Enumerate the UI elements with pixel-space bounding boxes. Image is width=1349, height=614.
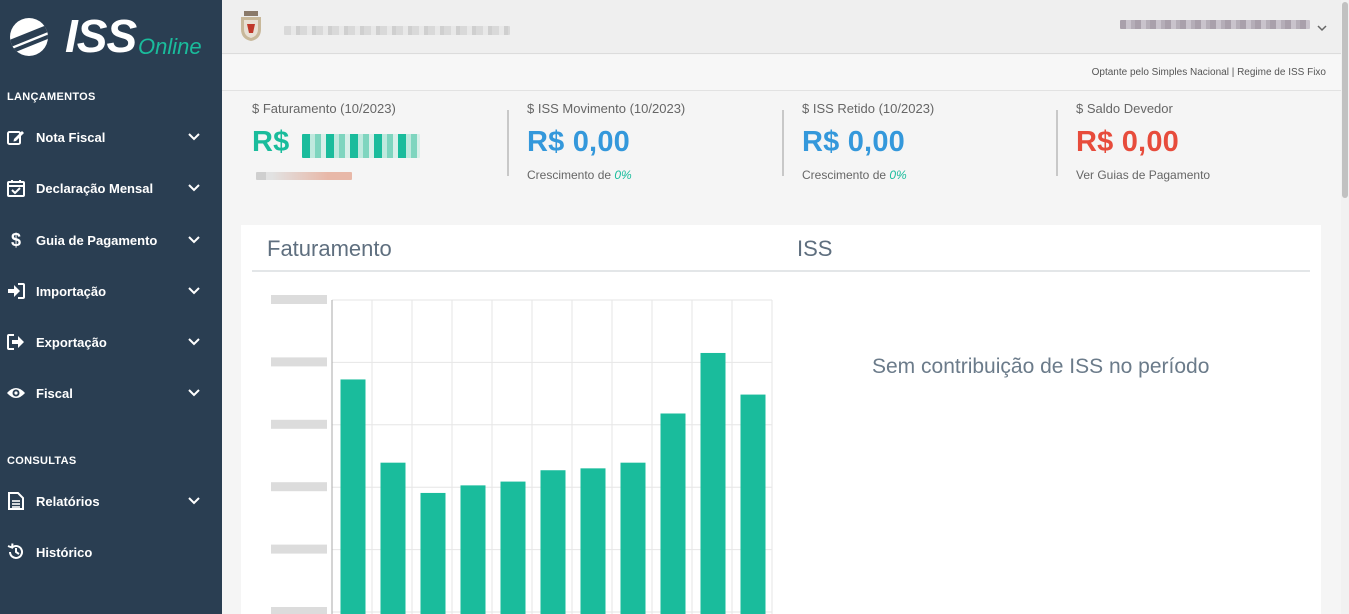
globe-logo-icon	[10, 18, 48, 56]
stat-label: $ ISS Retido (10/2023)	[802, 101, 935, 116]
faturamento-chart-title: Faturamento	[267, 236, 392, 261]
blurred-y-tick-label	[271, 544, 327, 554]
stat-saldo-devedor: $ Saldo Devedor R$ 0,00 Ver Guias de Pag…	[1076, 101, 1336, 191]
stat-label: $ ISS Movimento (10/2023)	[527, 101, 686, 116]
sidebar-item-importacao[interactable]: Importação	[0, 271, 222, 311]
stat-divider	[1056, 110, 1058, 176]
chart-bar[interactable]	[700, 352, 726, 614]
iss-empty-message: Sem contribuição de ISS no período	[872, 355, 1210, 378]
logo-online-text: Online	[138, 34, 202, 59]
subheader: Optante pelo Simples Nacional | Regime d…	[222, 55, 1341, 91]
regime-text: Optante pelo Simples Nacional | Regime d…	[1091, 67, 1326, 78]
chart-bar[interactable]	[540, 470, 566, 614]
chevron-down-icon	[188, 336, 200, 348]
growth-prefix: Crescimento de	[802, 168, 890, 182]
blurred-y-tick-label	[271, 419, 327, 429]
sidebar-item-exportacao[interactable]: Exportação	[0, 322, 222, 362]
chevron-down-icon	[188, 234, 200, 246]
growth-percent: 0%	[889, 168, 907, 182]
sidebar-item-label: Histórico	[36, 544, 93, 560]
dashboard-panel: Faturamento ISS Sem contribuição de ISS …	[241, 225, 1321, 614]
history-icon	[6, 542, 26, 562]
stat-value: R$ 0,00	[527, 126, 630, 158]
user-menu-chevron-down-icon[interactable]	[1317, 19, 1329, 32]
chevron-down-icon	[188, 131, 200, 143]
scrollbar-thumb[interactable]	[1342, 2, 1348, 198]
section-title-lancamentos: LANÇAMENTOS	[7, 91, 96, 103]
sidebar-item-label: Importação	[36, 283, 107, 299]
chart-bar[interactable]	[380, 462, 406, 614]
panel-divider	[252, 270, 1310, 272]
stat-faturamento: $ Faturamento (10/2023) R$	[252, 101, 512, 191]
chevron-down-icon	[188, 285, 200, 297]
edit-icon	[6, 127, 26, 147]
blurred-y-tick-label	[271, 295, 327, 304]
stat-growth: Crescimento de 0%	[802, 168, 907, 182]
iss-online-logo[interactable]: ISS Online	[10, 12, 215, 62]
stat-iss-movimento: $ ISS Movimento (10/2023) R$ 0,00 Cresci…	[527, 101, 787, 191]
ver-guias-link[interactable]: Ver Guias de Pagamento	[1076, 168, 1210, 182]
blurred-municipality-name	[284, 26, 510, 35]
section-title-consultas: CONSULTAS	[7, 455, 77, 467]
stat-iss-retido: $ ISS Retido (10/2023) R$ 0,00 Crescimen…	[802, 101, 1062, 191]
stat-growth: Crescimento de 0%	[527, 168, 632, 182]
sidebar-item-guia-de-pagamento[interactable]: $ Guia de Pagamento	[0, 220, 222, 260]
calendar-check-icon	[6, 178, 26, 198]
sidebar-item-label: Fiscal	[36, 385, 73, 401]
blurred-faturamento-amount	[302, 134, 420, 158]
sidebar-item-label: Relatórios	[36, 493, 100, 509]
sidebar-item-label: Guia de Pagamento	[36, 232, 158, 248]
municipality-crest-icon	[240, 11, 262, 41]
chevron-down-icon	[188, 387, 200, 399]
top-header	[222, 0, 1341, 54]
blurred-faturamento-sub	[256, 172, 352, 180]
sidebar-item-historico[interactable]: Histórico	[0, 532, 222, 572]
file-text-icon	[6, 491, 26, 511]
iss-chart-title: ISS	[797, 236, 833, 261]
blurred-y-tick-label	[271, 607, 327, 614]
chart-bar[interactable]	[500, 481, 526, 614]
stat-value: R$	[252, 126, 289, 159]
chevron-down-icon	[188, 182, 200, 194]
stat-divider	[782, 110, 784, 176]
stat-divider	[507, 110, 509, 176]
stat-value-currency: R$	[252, 126, 290, 158]
eye-icon	[6, 383, 26, 403]
sign-out-icon	[6, 332, 26, 352]
blurred-y-tick-label	[271, 357, 327, 367]
stat-value: R$ 0,00	[1076, 126, 1179, 158]
sidebar-item-nota-fiscal[interactable]: Nota Fiscal	[0, 117, 222, 157]
sidebar-item-fiscal[interactable]: Fiscal	[0, 373, 222, 413]
sidebar-item-label: Declaração Mensal	[36, 180, 154, 196]
chart-bar[interactable]	[460, 485, 486, 614]
chart-bar[interactable]	[340, 379, 366, 614]
chart-bar[interactable]	[620, 462, 646, 614]
chart-bar[interactable]	[420, 492, 446, 614]
growth-prefix: Crescimento de	[527, 168, 615, 182]
faturamento-bar-chart	[271, 295, 773, 614]
logo-iss-text: ISS	[65, 10, 137, 62]
sidebar-item-label: Nota Fiscal	[36, 129, 106, 145]
page-scrollbar[interactable]	[1341, 0, 1349, 614]
sidebar-item-relatorios[interactable]: Relatórios	[0, 481, 222, 521]
sidebar: ISS Online LANÇAMENTOS Nota Fiscal Decla…	[0, 0, 222, 614]
blurred-user-name[interactable]	[1120, 20, 1310, 29]
stat-label: $ Saldo Devedor	[1076, 101, 1173, 116]
stat-value: R$ 0,00	[802, 126, 905, 158]
stat-label: $ Faturamento (10/2023)	[252, 101, 396, 116]
sidebar-item-declaracao-mensal[interactable]: Declaração Mensal	[0, 168, 222, 208]
sidebar-item-label: Exportação	[36, 334, 107, 350]
growth-percent: 0%	[614, 168, 632, 182]
chart-bar[interactable]	[580, 468, 606, 614]
dollar-icon: $	[10, 229, 21, 250]
chevron-down-icon	[188, 495, 200, 507]
blurred-y-tick-label	[271, 482, 327, 492]
chart-bar[interactable]	[740, 394, 766, 614]
sign-in-icon	[6, 281, 26, 301]
chart-bar[interactable]	[660, 413, 686, 614]
